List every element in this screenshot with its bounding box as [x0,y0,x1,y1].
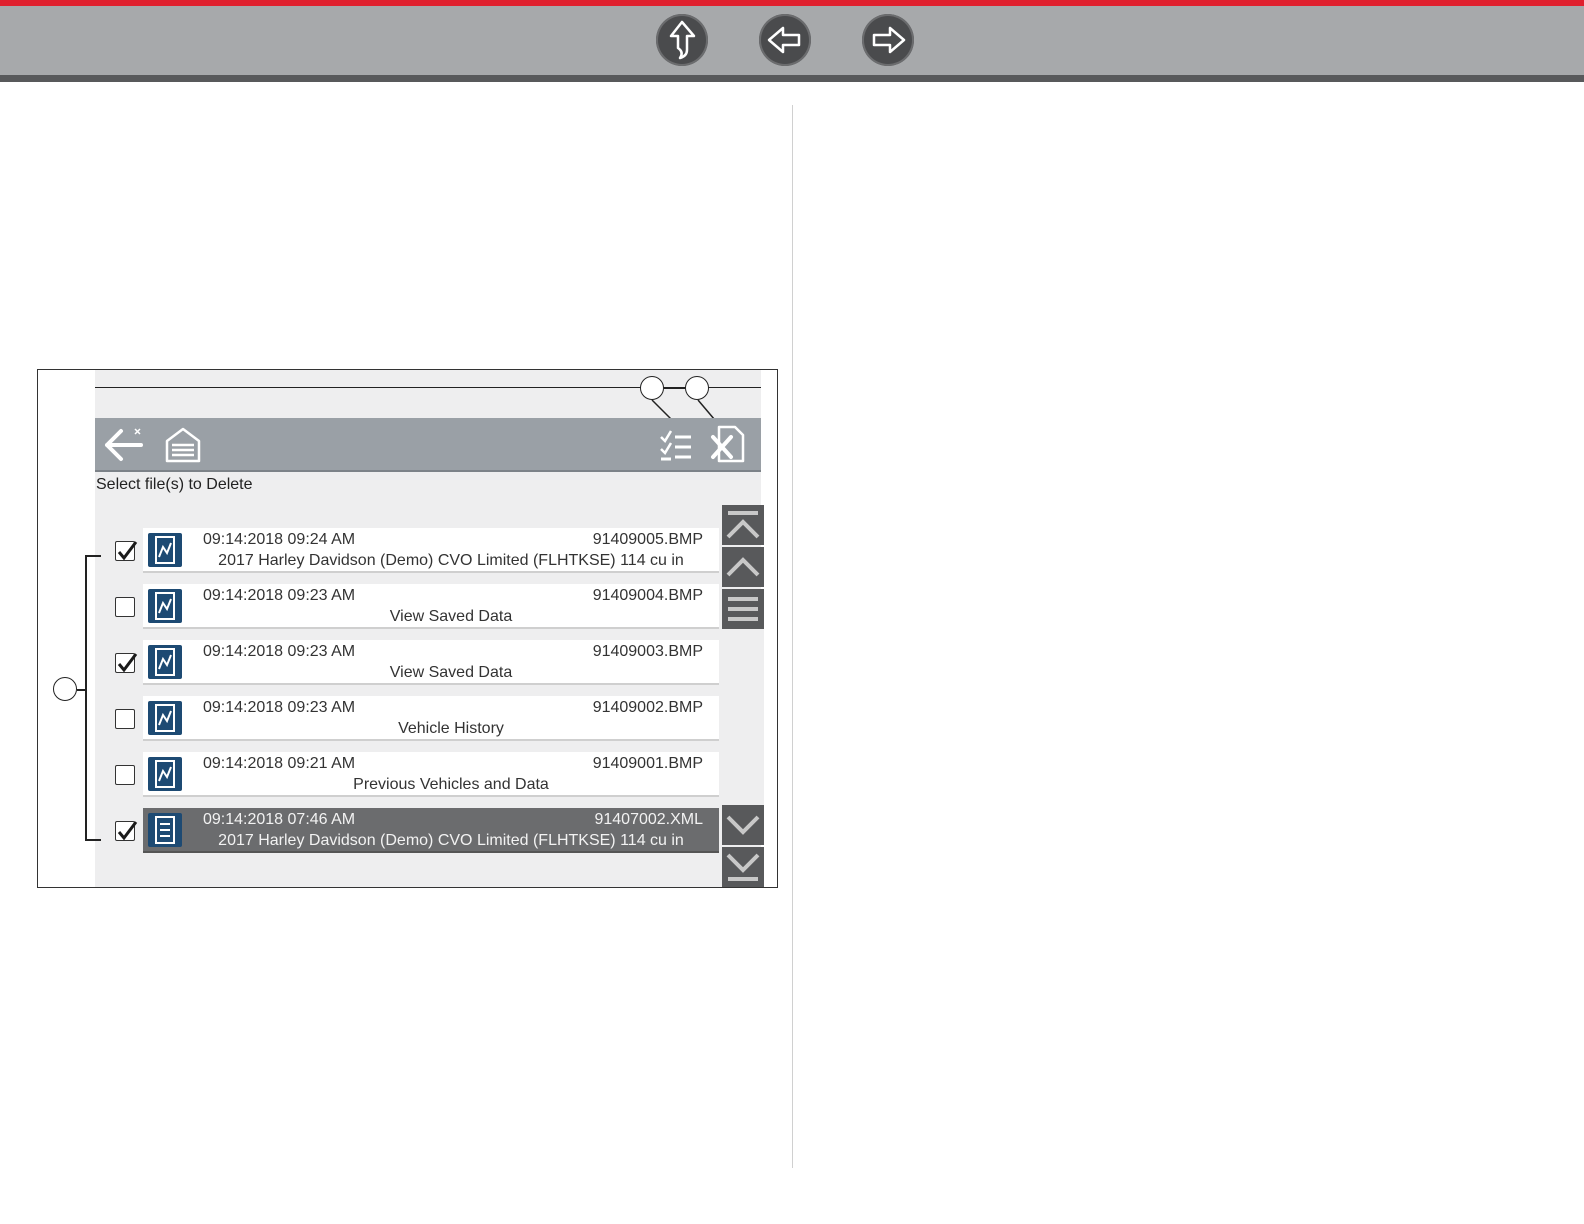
bracket-top [85,555,101,557]
file-checkbox[interactable] [115,541,138,561]
instruction-text: Select file(s) to Delete [96,476,253,493]
file-name: 91409004.BMP [592,587,703,604]
scroll-top-button[interactable] [722,505,764,545]
accent-stripe [0,0,1584,6]
scroll-track[interactable] [722,629,764,807]
file-row[interactable]: 09:14:2018 07:46 AM 91407002.XML 2017 Harl… [143,808,719,853]
file-name: 91409003.BMP [592,643,703,660]
file-datetime: 09:14:2018 09:23 AM [203,643,356,660]
scroll-down-icon [726,815,760,835]
forward-arrow-icon [872,26,906,54]
file-type-icon [148,645,182,679]
file-name: 91409002.BMP [592,699,703,716]
scroll-menu-icon [728,597,758,621]
file-description: 2017 Harley Davidson (Demo) CVO Limited … [218,552,684,569]
file-row[interactable]: 09:14:2018 09:23 AM 91409003.BMP View Save… [143,640,719,685]
scroll-bottom-icon [726,853,760,881]
file-name: 91409001.BMP [592,755,703,772]
delete-file-icon[interactable] [709,423,749,465]
file-row[interactable]: 09:14:2018 09:23 AM 91409004.BMP View Save… [143,584,719,629]
scroll-controls [722,505,764,887]
back-button[interactable] [759,14,811,66]
bracket-bottom [85,839,101,841]
file-type-icon [148,701,182,735]
file-datetime: 09:14:2018 09:23 AM [203,699,356,716]
file-description: View Saved Data [389,608,513,625]
file-description: View Saved Data [389,664,513,681]
file-checkbox[interactable] [115,709,135,729]
image-file-icon [155,704,175,732]
file-description: 2017 Harley Davidson (Demo) CVO Limited … [218,832,684,849]
scroll-bottom-button[interactable] [722,847,764,887]
delete-files-figure: Select file(s) to Delete 09:14:2018 09:2… [37,369,778,888]
file-row[interactable]: 09:14:2018 09:21 AM 91409001.BMP Previous … [143,752,719,797]
file-type-icon [148,757,182,791]
scroll-up-button[interactable] [722,547,764,587]
file-row[interactable]: 09:14:2018 09:24 AM 91409005.BMP 2017 Harl… [143,528,719,573]
select-all-icon[interactable] [655,423,695,465]
file-checkbox[interactable] [115,597,135,617]
callout-checkboxes [53,677,77,701]
scroll-top-icon [726,511,760,539]
up-arrow-button[interactable] [656,14,708,66]
forward-button[interactable] [862,14,914,66]
file-checkbox[interactable] [115,821,138,841]
file-type-icon [148,533,182,567]
file-checkbox[interactable] [115,653,138,673]
file-name: 91407002.XML [594,811,703,828]
garage-home-icon[interactable] [163,423,203,465]
file-name: 91409005.BMP [592,531,703,548]
column-divider [792,105,793,1168]
file-checkbox[interactable] [115,765,135,785]
file-type-icon [148,589,182,623]
file-description: Vehicle History [398,720,504,737]
scroll-menu-button[interactable] [722,589,764,629]
file-datetime: 09:14:2018 09:24 AM [203,531,356,548]
checkmark-icon [117,821,138,841]
screen-toolbar [95,418,761,472]
scroll-down-button[interactable] [722,805,764,845]
callout-connector [664,387,685,389]
file-row[interactable]: 09:14:2018 09:23 AM 91409002.BMP Vehicle H… [143,696,719,741]
back-arrow-icon[interactable] [101,423,147,465]
scroll-up-icon [726,557,760,577]
file-datetime: 09:14:2018 09:23 AM [203,587,356,604]
bracket-connector [77,689,85,691]
file-type-icon [148,813,182,847]
image-file-icon [155,760,175,788]
image-file-icon [155,592,175,620]
image-file-icon [155,648,175,676]
bracket-vertical [85,555,87,840]
nav-bar-bottom-stripe [0,75,1584,82]
up-arrow-icon [669,20,696,60]
file-datetime: 09:14:2018 07:46 AM [203,811,356,828]
file-description: Previous Vehicles and Data [353,776,549,793]
image-file-icon [155,536,175,564]
xml-file-icon [155,816,175,844]
checkmark-icon [117,541,138,561]
checkmark-icon [117,653,138,673]
manual-nav-bar [0,0,1584,82]
back-arrow-icon [767,26,801,54]
file-datetime: 09:14:2018 09:21 AM [203,755,356,772]
